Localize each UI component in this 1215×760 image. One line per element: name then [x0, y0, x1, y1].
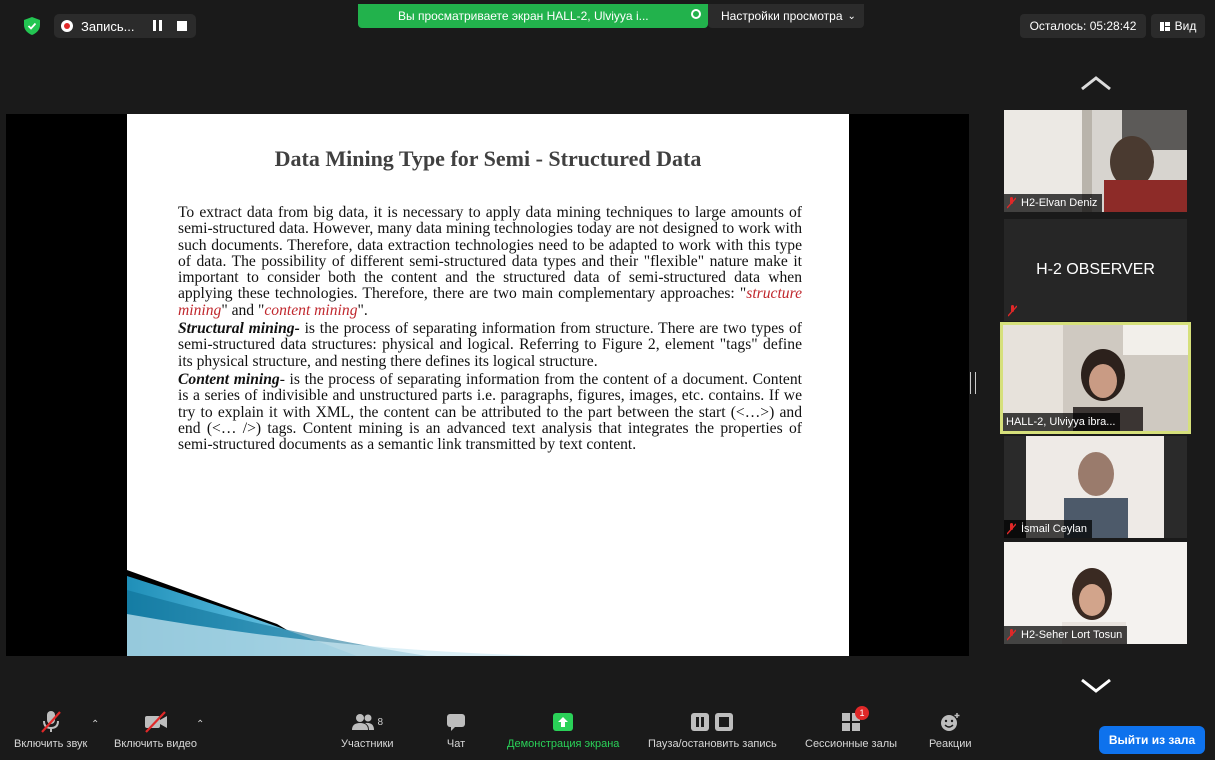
share-banner-text: Вы просматриваете экран HALL-2, Ulviyya … — [398, 9, 649, 23]
video-tile-active-speaker[interactable]: HALL-2, Ulviyya ibra... — [1000, 322, 1191, 434]
slide-decoration-swoosh — [127, 570, 547, 656]
reactions-label: Реакции — [929, 738, 972, 750]
grid-view-icon — [1159, 21, 1170, 31]
share-screen-button[interactable]: Демонстрация экрана — [507, 710, 619, 750]
video-tile-seher-lort-tosun[interactable]: H2-Seher Lort Tosun — [1004, 542, 1187, 644]
participant-name-tag: HALL-2, Ulviyya ibra... — [1003, 413, 1121, 431]
reactions-smiley-icon — [941, 713, 960, 731]
start-video-label: Включить видео — [114, 738, 198, 750]
recording-dot-icon — [61, 20, 73, 32]
camera-off-icon — [144, 711, 167, 733]
participant-name: H2-Seher Lort Tosun — [1021, 629, 1123, 641]
view-settings-dropdown[interactable]: Настройки просмотра ⌄ — [708, 4, 864, 28]
time-remaining: Осталось: 05:28:42 — [1020, 14, 1146, 38]
participants-label: Участники — [341, 738, 394, 750]
start-video-button[interactable]: Включить видео — [114, 710, 197, 750]
video-tile-ismail-ceylan[interactable]: İsmail Ceylan — [1004, 436, 1187, 538]
chevron-up-icon[interactable] — [1079, 74, 1113, 92]
unmute-label: Включить звук — [14, 738, 88, 750]
participant-name-tag: H2-Seher Lort Tosun — [1004, 626, 1128, 644]
participant-name: İsmail Ceylan — [1021, 523, 1088, 535]
slide-paragraph-structural: Structural mining- is the process of sep… — [178, 320, 802, 370]
chevron-down-icon: ⌄ — [847, 10, 856, 22]
pause-recording-icon[interactable] — [153, 20, 167, 32]
participant-name: HALL-2, Ulviyya ibra... — [1006, 416, 1116, 428]
stop-recording-icon[interactable] — [177, 21, 187, 31]
recording-indicator: Запись... — [54, 14, 196, 38]
view-label: Вид — [1174, 19, 1197, 33]
participant-name-label: H-2 OBSERVER — [1036, 261, 1155, 278]
video-tile-observer[interactable]: H-2 OBSERVER — [1004, 219, 1187, 321]
participants-button[interactable]: 8 Участники — [341, 710, 394, 750]
breakout-badge: 1 — [855, 706, 870, 720]
mic-muted-icon — [1008, 305, 1017, 317]
security-shield-icon[interactable] — [24, 17, 40, 35]
view-button[interactable]: Вид — [1151, 14, 1205, 38]
content-mining-heading: Content mining — [178, 370, 280, 388]
leave-room-button[interactable]: Выйти из зала — [1099, 726, 1205, 754]
top-bar: Запись... Вы просматриваете экран HALL-2… — [0, 0, 1215, 52]
pause-stop-recording-label: Пауза/остановить запись — [648, 738, 777, 750]
structural-mining-heading: Structural mining- — [178, 320, 300, 338]
chat-button[interactable]: Чат — [446, 710, 466, 750]
presentation-slide: Data Mining Type for Semi - Structured D… — [127, 114, 849, 656]
share-screen-label: Демонстрация экрана — [507, 738, 620, 750]
mic-muted-icon — [1007, 197, 1016, 209]
unmute-button[interactable]: Включить звук — [14, 710, 87, 750]
breakout-rooms-button[interactable]: 1 Сессионные залы — [805, 706, 898, 750]
view-settings-label: Настройки просмотра — [721, 9, 843, 23]
chat-bubble-icon — [447, 714, 465, 731]
mic-muted-icon — [1007, 523, 1016, 535]
timer-text: Осталось: 05:28:42 — [1029, 19, 1137, 33]
video-tile-elvan-deniz[interactable]: H2-Elvan Deniz — [1004, 110, 1187, 212]
recording-label: Запись... — [81, 18, 135, 34]
microphone-muted-icon — [40, 711, 61, 733]
slide-body: To extract data from big data, it is nec… — [178, 204, 803, 455]
chevron-down-icon[interactable] — [1079, 677, 1113, 695]
slide-paragraph-intro: To extract data from big data, it is nec… — [178, 204, 803, 319]
leave-room-label: Выйти из зала — [1108, 733, 1196, 747]
audio-options-caret-icon[interactable]: ⌃ — [91, 719, 99, 730]
meeting-toolbar: Включить звук ⌃ Включить видео ⌃ 8 Участ… — [0, 702, 1215, 760]
reactions-button[interactable]: Реакции — [929, 710, 972, 750]
mic-muted-icon — [1007, 629, 1016, 641]
content-mining-term: content mining — [264, 301, 358, 319]
share-screen-icon — [553, 713, 574, 731]
shared-screen: Data Mining Type for Semi - Structured D… — [6, 114, 969, 656]
pause-stop-recording-button[interactable]: Пауза/остановить запись — [648, 710, 777, 750]
breakout-rooms-label: Сессионные залы — [805, 738, 898, 750]
slide-paragraph-content: Content mining- is the process of separa… — [178, 370, 802, 453]
video-options-caret-icon[interactable]: ⌃ — [196, 719, 204, 730]
intro-text: To extract data from big data, it is nec… — [178, 204, 802, 303]
participant-name-tag: H2-Elvan Deniz — [1004, 194, 1103, 212]
participant-name-tag: İsmail Ceylan — [1004, 520, 1093, 538]
participants-count: 8 — [377, 716, 384, 728]
participants-icon — [351, 714, 374, 730]
slide-title: Data Mining Type for Semi - Structured D… — [274, 146, 702, 171]
screen-share-banner: Вы просматриваете экран HALL-2, Ulviyya … — [358, 4, 708, 28]
panel-resize-handle[interactable] — [970, 372, 976, 394]
pause-stop-recording-icon — [691, 713, 734, 731]
chat-label: Чат — [446, 738, 466, 750]
participant-name: H2-Elvan Deniz — [1021, 197, 1098, 209]
share-status-icon — [691, 9, 701, 19]
